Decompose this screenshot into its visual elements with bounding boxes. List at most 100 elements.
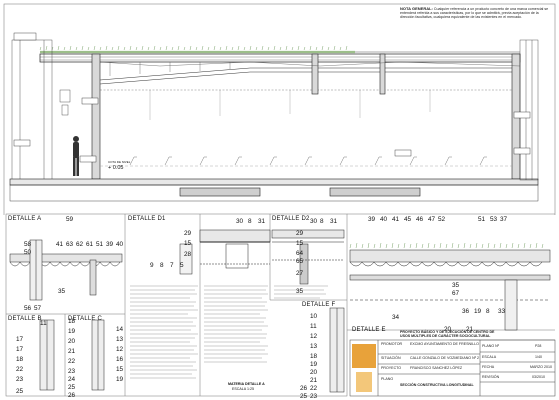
ref-number: 15 (116, 366, 124, 373)
tb-fecha: MARZO 2010 (530, 365, 552, 369)
ref-number: 29 (184, 230, 192, 237)
ref-number: 12 (116, 346, 124, 353)
ref-number: 7 (170, 262, 174, 269)
ref-number: 17 (16, 346, 24, 353)
ref-number: 19 (474, 308, 482, 315)
ref-number: 8 (486, 308, 490, 315)
ref-number: 26 (300, 385, 308, 392)
tb-revision: 03/2010 (532, 375, 545, 379)
ref-number: 18 (68, 318, 76, 325)
tb-plano-no-label: PLANO Nº (482, 344, 500, 348)
title-block-logo (352, 344, 376, 392)
ref-number: 22 (16, 366, 24, 373)
ref-number: 20 (68, 338, 76, 345)
ref-number: 30 (236, 218, 244, 225)
ref-number: 18 (310, 353, 318, 360)
tb-plano-label: PLANO (381, 377, 394, 381)
ref-number: 56 (24, 305, 32, 312)
ref-number: 41 (392, 216, 400, 223)
detail-grid-lines (5, 213, 556, 397)
ref-number: 58 (24, 241, 32, 248)
ref-number: 16 (116, 356, 124, 363)
ref-number: 25 (300, 393, 308, 400)
ref-number: 39 (368, 216, 376, 223)
ref-number: 36 (462, 308, 470, 315)
detail-right-drawing (349, 242, 551, 331)
ref-number: 33 (498, 308, 506, 315)
ref-number: 5 (180, 262, 184, 269)
ref-number: 39 (106, 241, 114, 248)
ref-number: 46 (416, 216, 424, 223)
ref-number: 40 (116, 241, 124, 248)
ref-number: 15 (296, 240, 304, 247)
ref-number: 47 (428, 216, 436, 223)
ref-number: 45 (404, 216, 412, 223)
ref-number: 19 (68, 328, 76, 335)
ref-number: 24 (68, 376, 76, 383)
ref-number: 10 (310, 313, 318, 320)
ref-number: 8 (248, 218, 252, 225)
ref-number: 25 (16, 388, 24, 395)
detail-d1-drawing (179, 229, 271, 275)
tb-promotor-label: PROMOTOR (381, 342, 403, 346)
ref-number: 19 (310, 361, 318, 368)
ref-number: 61 (86, 241, 94, 248)
ref-number: 67 (452, 290, 460, 297)
ref-number: 59 (66, 216, 74, 223)
stamp-line-1: MATERIA DETALLE A (228, 382, 265, 386)
ref-number: 57 (34, 305, 42, 312)
ref-number: 13 (310, 343, 318, 350)
ref-number: 25 (68, 384, 76, 391)
ref-number: 13 (116, 336, 124, 343)
ref-number: 15 (184, 240, 192, 247)
ref-number: 18 (16, 356, 24, 363)
ref-number: 11 (310, 323, 317, 330)
ref-number: 8 (320, 218, 324, 225)
ref-number: 62 (76, 241, 84, 248)
detail-b-drawing (39, 319, 55, 391)
ref-number: 50 (24, 249, 32, 256)
tb-escala-label: ESCALA (482, 355, 497, 359)
ref-number: 26 (68, 392, 76, 399)
ref-number: 21 (68, 348, 76, 355)
ref-number: 12 (310, 333, 318, 340)
tb-fecha-label: FECHA (482, 365, 495, 369)
ref-number: 35 (452, 282, 460, 289)
ref-number: 8 (160, 262, 164, 269)
ref-number: 20 (310, 369, 318, 376)
tb-escala: 1/40 (535, 355, 542, 359)
detail-f-drawing (329, 307, 345, 393)
ref-number: 14 (116, 326, 124, 333)
detail-c-drawing (91, 319, 105, 391)
tb-plano-no: P28 (535, 344, 542, 348)
ref-number: 31 (258, 218, 266, 225)
detail-b-title: DETALLE B (8, 316, 42, 322)
drawing-sheet: + 0.05 COTA DE NIVEL NOTA GENERAL: Cualq… (0, 0, 559, 400)
ref-number: 34 (392, 314, 400, 321)
ref-number: 53 (490, 216, 498, 223)
ref-number: 31 (330, 218, 338, 225)
tb-arquitecto-value: FRANCISCO SANCHEZ LÓPEZ (410, 366, 463, 370)
ref-number: 51 (478, 216, 486, 223)
ref-number: 63 (66, 241, 74, 248)
ref-number: 23 (16, 376, 24, 383)
tb-situacion-label: SITUACIÓN (381, 356, 401, 360)
ref-number: 11 (40, 320, 47, 327)
ref-number: 52 (438, 216, 446, 223)
ref-number: 37 (500, 216, 508, 223)
ref-number: 40 (380, 216, 388, 223)
ref-number: 9 (150, 262, 154, 269)
ref-number: 28 (184, 251, 192, 258)
ref-number: 22 (68, 358, 76, 365)
tb-project-title: PROYECTO BÁSICO Y DE EJECUCIÓN DE CENTRO… (400, 330, 495, 339)
ref-number: 23 (310, 393, 318, 400)
detail-e-title: DETALLE E (352, 327, 386, 333)
detail-a-title: DETALLE A (8, 216, 42, 222)
detail-f-title: DETALLE F (302, 302, 336, 308)
tb-situacion-value: CALLE GONZALO DE VOZMEDIANO Nº 2 (410, 356, 480, 360)
tb-proyecto-label: PROYECTO (381, 366, 402, 370)
ref-number: 23 (68, 368, 76, 375)
tb-revision-label: REVISIÓN (482, 375, 500, 379)
ref-number: 64 (296, 250, 304, 257)
detail-d1-title: DETALLE D1 (128, 216, 166, 222)
